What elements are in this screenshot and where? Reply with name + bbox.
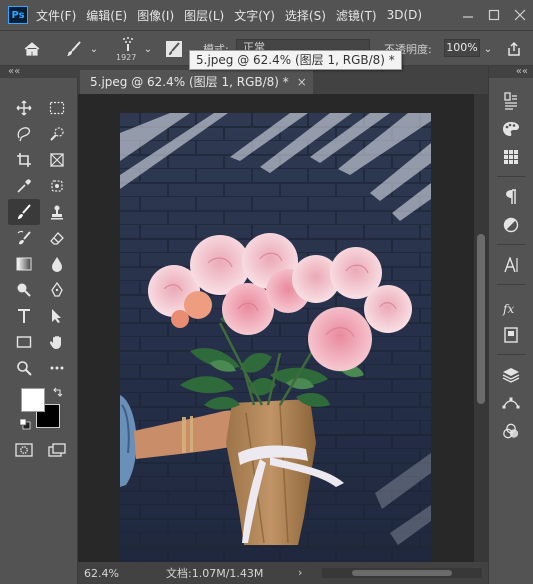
layers-icon[interactable] bbox=[499, 364, 523, 386]
lasso-icon[interactable] bbox=[11, 122, 37, 146]
channels-icon[interactable] bbox=[499, 420, 523, 442]
menu-bar: Ps 文件(F) 编辑(E) 图像(I) 图层(L) 文字(Y) 选择(S) 滤… bbox=[0, 0, 533, 30]
close-icon[interactable] bbox=[507, 0, 533, 30]
styles-icon[interactable]: fx bbox=[499, 298, 523, 320]
menu-file[interactable]: 文件(F) bbox=[36, 7, 76, 24]
zoom-icon[interactable] bbox=[11, 356, 37, 380]
panel-divider bbox=[497, 284, 525, 285]
tools-panel: «« bbox=[0, 66, 78, 584]
type-icon[interactable] bbox=[11, 304, 37, 328]
maximize-icon[interactable] bbox=[481, 0, 507, 30]
brush-preset-icon[interactable] bbox=[62, 39, 86, 59]
crop-icon[interactable] bbox=[11, 148, 37, 172]
document-tab-label: 5.jpeg @ 62.4% (图层 1, RGB/8) * bbox=[90, 75, 289, 89]
menu-layer[interactable]: 图层(L) bbox=[184, 7, 224, 24]
menu-image[interactable]: 图像(I) bbox=[137, 7, 174, 24]
gradient-icon[interactable] bbox=[11, 252, 37, 276]
opacity-input[interactable]: 100% bbox=[444, 39, 480, 57]
chevron-down-icon[interactable]: ⌄ bbox=[482, 41, 494, 57]
properties-icon[interactable] bbox=[499, 324, 523, 346]
right-panel-collapse[interactable]: «« bbox=[489, 66, 533, 78]
home-icon[interactable] bbox=[20, 39, 44, 59]
window-controls bbox=[455, 0, 533, 30]
menu-type[interactable]: 文字(Y) bbox=[234, 7, 275, 24]
document-size: 文档:1.07M/1.43M bbox=[166, 567, 264, 580]
path-select-icon[interactable] bbox=[44, 304, 70, 328]
horizontal-scrollbar[interactable] bbox=[322, 568, 482, 578]
vertical-scrollbar[interactable] bbox=[474, 94, 488, 562]
menu-select[interactable]: 选择(S) bbox=[285, 7, 326, 24]
quick-mask-icon[interactable] bbox=[11, 438, 37, 462]
svg-text:fx: fx bbox=[502, 302, 514, 316]
right-panel-dock: «« fx bbox=[488, 66, 533, 584]
palette-icon[interactable] bbox=[499, 118, 523, 140]
screen-mode-icon[interactable] bbox=[44, 438, 70, 462]
frame-icon[interactable] bbox=[44, 148, 70, 172]
eraser-icon[interactable] bbox=[44, 226, 70, 250]
paths-icon[interactable] bbox=[499, 392, 523, 414]
photoshop-logo: Ps bbox=[8, 6, 28, 24]
document-tab-bar: 5.jpeg @ 62.4% (图层 1, RGB/8) * × bbox=[78, 66, 488, 94]
close-icon[interactable]: × bbox=[297, 70, 307, 94]
collapse-icon[interactable]: «« bbox=[516, 66, 528, 77]
share-icon[interactable] bbox=[504, 39, 524, 59]
document-tab[interactable]: 5.jpeg @ 62.4% (图层 1, RGB/8) * × bbox=[80, 70, 313, 94]
brush-size-label: 1927 bbox=[116, 53, 137, 62]
quick-select-icon[interactable] bbox=[44, 122, 70, 146]
hand-icon[interactable] bbox=[44, 330, 70, 354]
move-icon[interactable] bbox=[11, 96, 37, 120]
horizontal-scrollbar-thumb[interactable] bbox=[352, 570, 452, 576]
menu-filter[interactable]: 滤镜(T) bbox=[336, 7, 377, 24]
document-tooltip: 5.jpeg @ 62.4% (图层 1, RGB/8) * bbox=[189, 50, 402, 70]
spot-heal-icon[interactable] bbox=[44, 174, 70, 198]
status-bar: 62.4% 文档:1.07M/1.43M › bbox=[78, 562, 488, 584]
status-menu-arrow-icon[interactable]: › bbox=[298, 566, 302, 579]
blur-icon[interactable] bbox=[44, 252, 70, 276]
dodge-icon[interactable] bbox=[11, 278, 37, 302]
brush-tip-icon[interactable] bbox=[116, 35, 140, 53]
panel-divider bbox=[497, 244, 525, 245]
chevron-down-icon[interactable]: ⌄ bbox=[142, 41, 154, 57]
brush-icon[interactable] bbox=[8, 199, 40, 225]
default-colors-icon[interactable] bbox=[19, 418, 31, 430]
flower-bouquet-photo[interactable] bbox=[120, 113, 431, 562]
canvas-area[interactable] bbox=[78, 94, 474, 562]
history-brush-icon[interactable] bbox=[11, 226, 37, 250]
eyedropper-icon[interactable] bbox=[11, 174, 37, 198]
vertical-scrollbar-thumb[interactable] bbox=[477, 234, 485, 404]
stamp-icon[interactable] bbox=[44, 200, 70, 224]
rectangle-icon[interactable] bbox=[11, 330, 37, 354]
toolbar-collapse[interactable]: «« bbox=[0, 66, 78, 78]
rect-marquee-icon[interactable] bbox=[44, 96, 70, 120]
foreground-color-swatch[interactable] bbox=[21, 388, 45, 412]
paragraph-icon[interactable] bbox=[499, 186, 523, 208]
menu-3d[interactable]: 3D(D) bbox=[387, 8, 422, 22]
menu-edit[interactable]: 编辑(E) bbox=[86, 7, 127, 24]
history-icon[interactable] bbox=[499, 90, 523, 112]
collapse-icon[interactable]: «« bbox=[8, 66, 20, 77]
character-icon[interactable] bbox=[499, 254, 523, 276]
more-icon[interactable] bbox=[44, 356, 70, 380]
brush-panel-icon[interactable] bbox=[163, 39, 185, 59]
minimize-icon[interactable] bbox=[455, 0, 481, 30]
swap-colors-icon[interactable] bbox=[52, 386, 64, 398]
zoom-level[interactable]: 62.4% bbox=[84, 567, 130, 580]
pen-icon[interactable] bbox=[44, 278, 70, 302]
panel-divider bbox=[497, 176, 525, 177]
panel-divider bbox=[497, 354, 525, 355]
chevron-down-icon[interactable]: ⌄ bbox=[88, 41, 100, 57]
swatches-icon[interactable] bbox=[499, 146, 523, 168]
adjustments-icon[interactable] bbox=[499, 214, 523, 236]
